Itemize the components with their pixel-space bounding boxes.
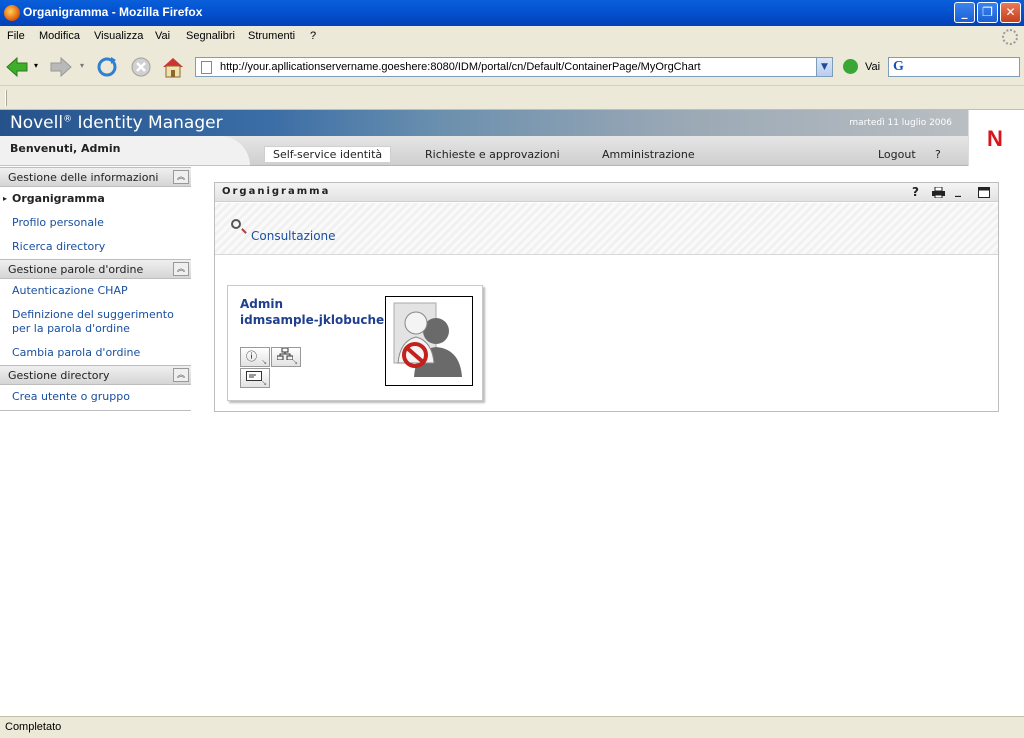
- forward-arrow-icon[interactable]: [48, 54, 74, 80]
- status-text: Completato: [5, 721, 62, 733]
- help-icon[interactable]: ?: [912, 185, 919, 199]
- back-arrow-icon[interactable]: [4, 54, 30, 80]
- email-button[interactable]: [240, 368, 270, 388]
- hierarchy-icon: [276, 347, 294, 361]
- brand-registered-mark: ®: [63, 114, 73, 125]
- minimize-portlet-icon[interactable]: _: [955, 183, 961, 197]
- go-icon[interactable]: [843, 59, 858, 74]
- sidebar-group-title: Gestione delle informazioni: [8, 171, 159, 184]
- org-chart-portlet: Organigramma ? _ Consultazione Admin idm…: [214, 182, 999, 412]
- org-chart-relationship-button[interactable]: [271, 347, 301, 367]
- no-photo-users-icon: [393, 302, 462, 377]
- sidebar: Gestione delle informazioni ︽ Organigram…: [0, 167, 191, 411]
- user-info-button[interactable]: ⓘ: [240, 347, 270, 367]
- maximize-portlet-icon[interactable]: [978, 187, 990, 198]
- collapse-icon[interactable]: ︽: [173, 170, 189, 184]
- window-title: Organigramma - Mozilla Firefox: [23, 5, 203, 19]
- magnifier-icon[interactable]: [231, 219, 241, 229]
- header-subbar: Benvenuti, Admin Self-service identità R…: [0, 136, 968, 166]
- google-search-icon[interactable]: G: [893, 59, 904, 75]
- lookup-bar: Consultazione: [215, 203, 998, 255]
- brand-name: Novell: [10, 113, 64, 133]
- page-content: Novell® Identity Manager martedì 11 lugl…: [0, 110, 1024, 716]
- firefox-icon: [4, 5, 20, 21]
- sidebar-item-hint[interactable]: Definizione del suggerimento per la paro…: [0, 303, 191, 341]
- back-dropdown-icon[interactable]: ▾: [34, 61, 38, 70]
- minimize-button[interactable]: _: [954, 2, 975, 23]
- portlet-header: Organigramma ? _: [215, 183, 998, 202]
- menu-bar: File Modifica Visualizza Vai Segnalibri …: [0, 26, 1024, 48]
- help-link[interactable]: ?: [935, 148, 941, 161]
- reload-icon[interactable]: [94, 54, 120, 80]
- print-icon[interactable]: [932, 187, 945, 198]
- tab-self-service[interactable]: Self-service identità: [264, 146, 392, 162]
- collapse-icon[interactable]: ︽: [173, 262, 189, 276]
- sidebar-item-profilo[interactable]: Profilo personale: [0, 211, 191, 235]
- menu-strumenti[interactable]: Strumenti: [248, 30, 295, 42]
- sidebar-item-create-user[interactable]: Crea utente o gruppo: [0, 385, 191, 409]
- stop-icon[interactable]: [128, 54, 154, 80]
- sidebar-group-title: Gestione directory: [8, 369, 110, 382]
- menu-file[interactable]: File: [7, 30, 25, 42]
- logout-link[interactable]: Logout: [878, 148, 916, 161]
- menu-modifica[interactable]: Modifica: [39, 30, 80, 42]
- tab-requests-approvals[interactable]: Richieste e approvazioni: [425, 148, 560, 161]
- novell-logo: N: [968, 110, 1024, 166]
- app-banner: Novell® Identity Manager martedì 11 lugl…: [0, 110, 968, 136]
- go-button-label[interactable]: Vai: [865, 61, 880, 73]
- toolbar-grip: [5, 90, 7, 106]
- product-name: Identity Manager: [77, 113, 223, 133]
- search-box[interactable]: G: [888, 57, 1020, 77]
- close-button[interactable]: ✕: [1000, 2, 1021, 23]
- menu-vai[interactable]: Vai: [155, 30, 170, 42]
- sidebar-group-title: Gestione parole d'ordine: [8, 263, 144, 276]
- welcome-text: Benvenuti, Admin: [10, 142, 121, 155]
- user-card: Admin idmsample-jklobucher ⓘ: [227, 285, 483, 401]
- envelope-icon: [246, 371, 262, 381]
- bookmarks-toolbar: [0, 86, 1024, 110]
- user-card-name[interactable]: Admin idmsample-jklobucher: [240, 296, 390, 328]
- portlet-title: Organigramma: [222, 186, 331, 197]
- sidebar-item-ricerca[interactable]: Ricerca directory: [0, 235, 191, 259]
- menu-help[interactable]: ?: [310, 30, 316, 42]
- novell-logo-letter: N: [987, 126, 1003, 151]
- forward-dropdown-icon[interactable]: ▾: [80, 61, 84, 70]
- user-display-name[interactable]: Admin: [240, 296, 390, 312]
- sidebar-group-passwords[interactable]: Gestione parole d'ordine ︽: [0, 259, 191, 279]
- menu-segnalibri[interactable]: Segnalibri: [186, 30, 235, 42]
- sidebar-group-directory[interactable]: Gestione directory ︽: [0, 365, 191, 385]
- sidebar-divider: [0, 409, 191, 411]
- address-dropdown-icon[interactable]: ▼: [816, 58, 832, 76]
- throbber-icon: [1002, 29, 1018, 45]
- current-date: martedì 11 luglio 2006: [849, 118, 952, 128]
- status-bar: Completato: [0, 716, 1024, 738]
- sidebar-group-info[interactable]: Gestione delle informazioni ︽: [0, 167, 191, 187]
- lookup-link[interactable]: Consultazione: [251, 229, 336, 243]
- page-icon: [201, 61, 212, 74]
- collapse-icon[interactable]: ︽: [173, 368, 189, 382]
- maximize-button[interactable]: ❐: [977, 2, 998, 23]
- sidebar-item-organigramma[interactable]: Organigramma: [0, 187, 191, 211]
- app-brand: Novell® Identity Manager: [10, 113, 223, 133]
- window-title-bar: Organigramma - Mozilla Firefox _ ❐ ✕: [0, 0, 1024, 26]
- sidebar-item-change-password[interactable]: Cambia parola d'ordine: [0, 341, 191, 365]
- address-bar[interactable]: http://your.apllicationservername.goeshe…: [195, 57, 833, 77]
- home-icon[interactable]: [160, 54, 186, 80]
- tab-administration[interactable]: Amministrazione: [602, 148, 695, 161]
- menu-visualizza[interactable]: Visualizza: [94, 30, 143, 42]
- user-id[interactable]: idmsample-jklobucher: [240, 312, 390, 328]
- sidebar-item-chap[interactable]: Autenticazione CHAP: [0, 279, 191, 303]
- user-photo: [385, 296, 473, 386]
- address-url[interactable]: http://your.apllicationservername.goeshe…: [220, 61, 701, 73]
